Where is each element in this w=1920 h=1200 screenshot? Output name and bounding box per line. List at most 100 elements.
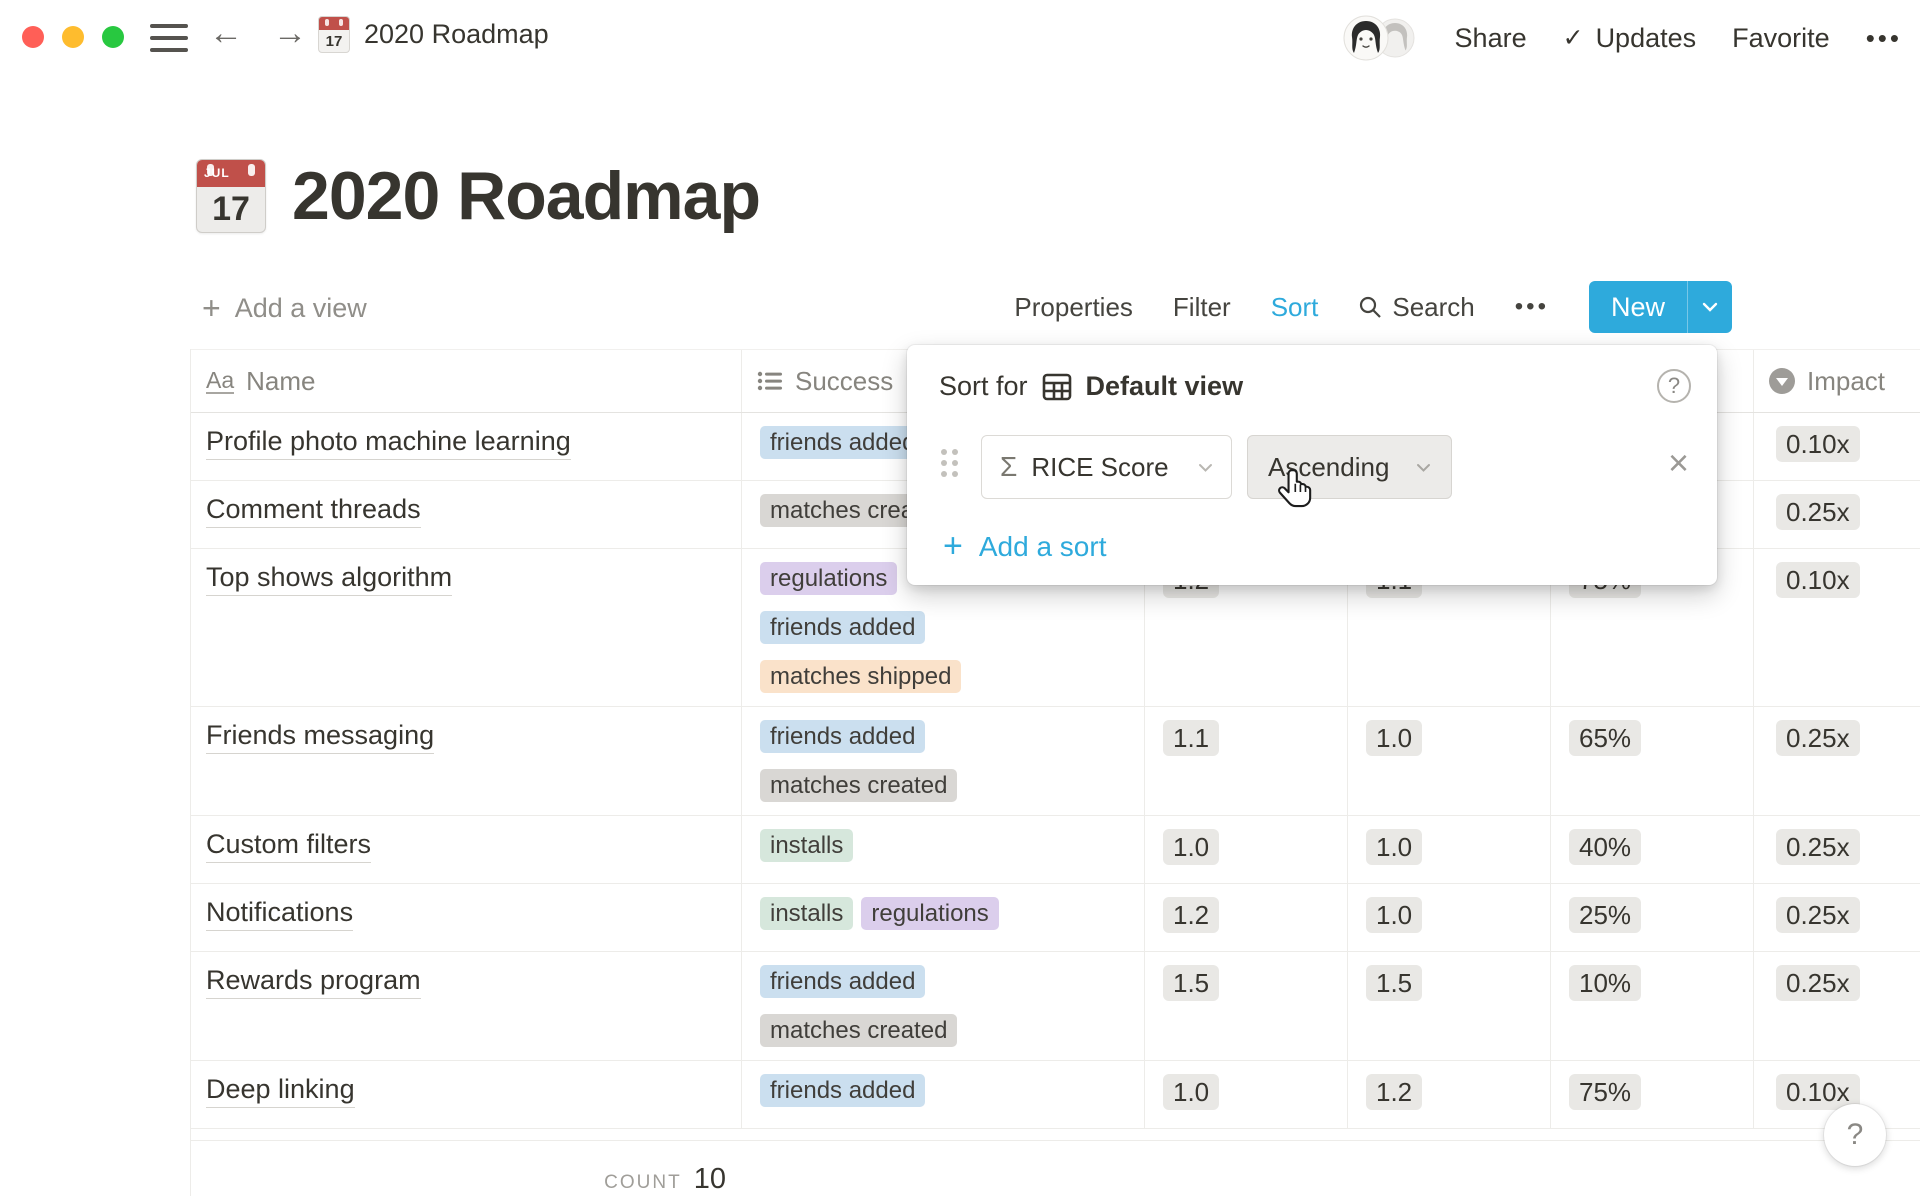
metric-pill: 1.5 — [1163, 965, 1219, 1001]
remove-sort-icon[interactable]: × — [1668, 445, 1689, 481]
cell-metric[interactable]: 1.0 — [1348, 884, 1551, 951]
tag: installs — [760, 897, 853, 930]
cell-success[interactable]: friends addedmatches created — [742, 952, 1145, 1060]
updates-label: Updates — [1596, 23, 1697, 54]
table-view-icon — [1042, 373, 1072, 401]
zoom-window-button[interactable] — [102, 26, 124, 48]
collaborator-avatars — [1343, 15, 1415, 61]
cell-metric[interactable]: 1.0 — [1348, 707, 1551, 815]
row-title: Top shows algorithm — [206, 562, 452, 596]
cell-metric[interactable]: 25% — [1551, 884, 1754, 951]
cell-name[interactable]: Custom filters — [191, 816, 742, 883]
cell-name[interactable]: Deep linking — [191, 1061, 742, 1128]
cell-metric[interactable]: 75% — [1551, 1061, 1754, 1128]
table-row[interactable]: Custom filtersinstalls1.01.040%0.25x — [191, 816, 1920, 884]
impact-pill: 0.25x — [1776, 965, 1860, 1001]
cell-success[interactable]: installsregulations — [742, 884, 1145, 951]
new-button-label: New — [1589, 292, 1687, 323]
table-row[interactable]: Notifications installsregulations 1.2 1.0 25… — [191, 884, 1920, 952]
column-header-name[interactable]: Aa Name — [191, 350, 742, 412]
drag-handle-icon[interactable] — [941, 449, 958, 477]
cell-metric[interactable]: 40% — [1551, 816, 1754, 883]
cell-metric[interactable]: 1.2 — [1348, 1061, 1551, 1128]
page-calendar-icon[interactable]: JUL 17 — [196, 159, 266, 233]
cell-name[interactable]: Friends messaging — [191, 707, 742, 815]
share-button[interactable]: Share — [1455, 23, 1527, 54]
select-property-icon — [1769, 368, 1795, 394]
row-title: Friends messaging — [206, 720, 434, 754]
cell-metric[interactable]: 1.5 — [1145, 952, 1348, 1060]
cell-success[interactable]: installs — [742, 816, 1145, 883]
doc-title: 2020 Roadmap — [364, 19, 549, 50]
tag: friends added — [760, 720, 925, 753]
calendar-page-icon: 17 — [318, 16, 350, 53]
cell-impact[interactable]: 0.25x — [1754, 884, 1920, 951]
cell-metric[interactable]: 1.2 — [1145, 884, 1348, 951]
sort-field-select[interactable]: Σ RICE Score — [981, 435, 1232, 499]
new-record-button[interactable]: New — [1589, 281, 1732, 333]
multiselect-property-icon — [757, 370, 783, 392]
cell-name[interactable]: Notifications — [191, 884, 742, 951]
metric-pill: 1.0 — [1366, 897, 1422, 933]
cell-metric[interactable]: 1.0 — [1145, 1061, 1348, 1128]
back-arrow-icon[interactable]: ← — [204, 14, 248, 53]
add-sort-button[interactable]: + Add a sort — [943, 527, 1107, 566]
help-icon[interactable]: ? — [1657, 369, 1691, 403]
sort-button[interactable]: Sort — [1271, 292, 1319, 323]
cell-success[interactable]: friends added matches created — [742, 707, 1145, 815]
cell-impact[interactable]: 0.25x — [1754, 707, 1920, 815]
row-title: Deep linking — [206, 1074, 355, 1108]
table-footer: COUNT 10 — [191, 1141, 742, 1196]
add-view-button[interactable]: + Add a view — [202, 290, 367, 327]
titlebar: ← → 17 2020 Roadmap — [0, 0, 1920, 76]
column-header-impact[interactable]: Impact — [1754, 350, 1920, 412]
chevron-down-icon[interactable] — [1688, 302, 1732, 312]
minimize-window-button[interactable] — [62, 26, 84, 48]
cell-metric[interactable]: 65% — [1551, 707, 1754, 815]
tag: matches created — [760, 1014, 957, 1047]
cell-metric[interactable]: 10% — [1551, 952, 1754, 1060]
forward-arrow-icon[interactable]: → — [268, 14, 312, 53]
cell-name[interactable]: Rewards program — [191, 952, 742, 1060]
cell-impact[interactable]: 0.25x — [1754, 952, 1920, 1060]
table-row[interactable]: Friends messaging friends added matches cr… — [191, 707, 1920, 816]
table-row[interactable]: Deep linkingfriends added1.01.275%0.10x — [191, 1061, 1920, 1129]
metric-pill: 25% — [1569, 897, 1641, 933]
help-button[interactable]: ? — [1824, 1104, 1886, 1166]
table-row[interactable]: Rewards programfriends addedmatches crea… — [191, 952, 1920, 1061]
filter-button[interactable]: Filter — [1173, 292, 1231, 323]
cell-impact[interactable]: 0.10x — [1754, 413, 1920, 480]
properties-button[interactable]: Properties — [1014, 292, 1133, 323]
cell-impact[interactable]: 0.25x — [1754, 816, 1920, 883]
cell-metric[interactable]: 1.0 — [1348, 816, 1551, 883]
tag: matches created — [760, 769, 957, 802]
favorite-button[interactable]: Favorite — [1732, 23, 1830, 54]
more-options-icon[interactable]: ••• — [1866, 23, 1902, 54]
tag: friends added — [760, 611, 925, 644]
cell-impact[interactable]: 0.10x — [1754, 549, 1920, 706]
search-button[interactable]: Search — [1358, 292, 1474, 323]
sidebar-menu-icon[interactable] — [150, 24, 188, 52]
close-window-button[interactable] — [22, 26, 44, 48]
tag: regulations — [861, 897, 998, 930]
impact-pill: 0.25x — [1776, 720, 1860, 756]
chevron-down-icon — [1198, 463, 1213, 472]
formula-property-icon: Σ — [1000, 451, 1017, 483]
cell-name[interactable]: Top shows algorithm — [191, 549, 742, 706]
cell-name[interactable]: Comment threads — [191, 481, 742, 548]
chevron-down-icon — [1416, 463, 1431, 472]
tag: regulations — [760, 562, 897, 595]
view-more-options-icon[interactable]: ••• — [1515, 293, 1549, 321]
cell-metric[interactable]: 1.5 — [1348, 952, 1551, 1060]
breadcrumb[interactable]: 17 2020 Roadmap — [318, 16, 549, 53]
tag-group: installs — [760, 829, 1060, 862]
cell-name[interactable]: Profile photo machine learning — [191, 413, 742, 480]
row-title: Notifications — [206, 897, 353, 931]
cell-impact[interactable]: 0.25x — [1754, 481, 1920, 548]
metric-pill: 1.2 — [1163, 897, 1219, 933]
cell-metric[interactable]: 1.1 — [1145, 707, 1348, 815]
cell-success[interactable]: friends added — [742, 1061, 1145, 1128]
cell-metric[interactable]: 1.0 — [1145, 816, 1348, 883]
sort-for-label: Sort for — [939, 371, 1028, 402]
updates-button[interactable]: ✓ Updates — [1563, 23, 1697, 54]
